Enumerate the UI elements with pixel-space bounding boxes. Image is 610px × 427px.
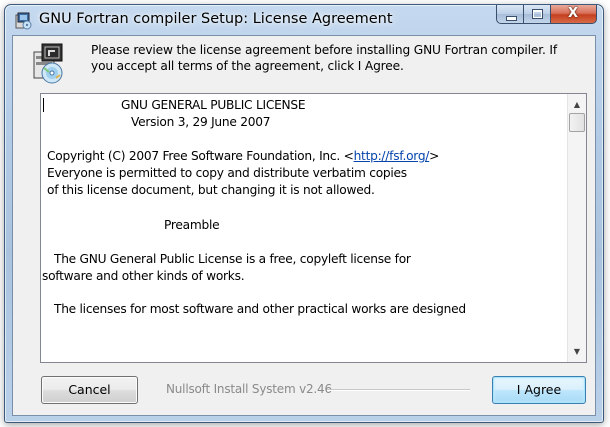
license-line: of this license document, but changing i… (47, 183, 375, 197)
license-content[interactable]: GNU GENERAL PUBLIC LICENSE Version 3, 29… (41, 94, 567, 362)
scroll-down-arrow-icon[interactable]: ▼ (568, 343, 586, 360)
header-area: Please review the license agreement befo… (13, 36, 595, 86)
license-line: Version 3, 29 June 2007 (131, 115, 271, 129)
license-line: Everyone is permitted to copy and distri… (47, 166, 407, 180)
installer-window: GNU Fortran compiler Setup: License Agre… (4, 4, 604, 423)
scroll-up-arrow-icon[interactable]: ▲ (568, 96, 586, 113)
cancel-button[interactable]: Cancel (41, 376, 138, 404)
dialog-body: Please review the license agreement befo… (12, 35, 596, 416)
maximize-button[interactable] (524, 5, 551, 24)
vertical-scrollbar[interactable]: ▲ ▼ (567, 94, 586, 362)
close-icon: X (567, 6, 579, 21)
license-line: software and other kinds of works. (42, 269, 245, 283)
license-line-copyright: Copyright (C) 2007 Free Software Foundat… (47, 149, 439, 163)
fsf-link[interactable]: http://fsf.org/ (354, 149, 430, 163)
minimize-button[interactable] (496, 5, 524, 24)
text-caret (43, 98, 44, 112)
i-agree-button[interactable]: I Agree (492, 376, 586, 404)
instruction-text: Please review the license agreement befo… (91, 43, 557, 73)
title-bar[interactable]: GNU Fortran compiler Setup: License Agre… (5, 5, 603, 35)
installer-package-icon (33, 43, 63, 84)
close-button[interactable]: X (551, 5, 597, 24)
license-line: Preamble (164, 218, 220, 232)
caption-buttons: X (496, 5, 597, 25)
maximize-icon (532, 9, 543, 19)
license-line-text: > (429, 149, 440, 163)
license-line: GNU GENERAL PUBLIC LICENSE (121, 98, 306, 112)
branding-text: Nullsoft Install System v2.46 (166, 382, 332, 396)
license-line: The GNU General Public License is a free… (54, 252, 411, 266)
license-line: The licenses for most software and other… (54, 302, 466, 316)
license-line-text: Copyright (C) 2007 Free Software Foundat… (47, 149, 354, 163)
window-title: GNU Fortran compiler Setup: License Agre… (39, 11, 393, 27)
minimize-icon (506, 16, 517, 21)
scroll-thumb[interactable] (569, 113, 585, 132)
license-text-box[interactable]: GNU GENERAL PUBLIC LICENSE Version 3, 29… (40, 93, 587, 363)
branding-divider (327, 389, 470, 391)
installer-app-icon (15, 12, 32, 30)
